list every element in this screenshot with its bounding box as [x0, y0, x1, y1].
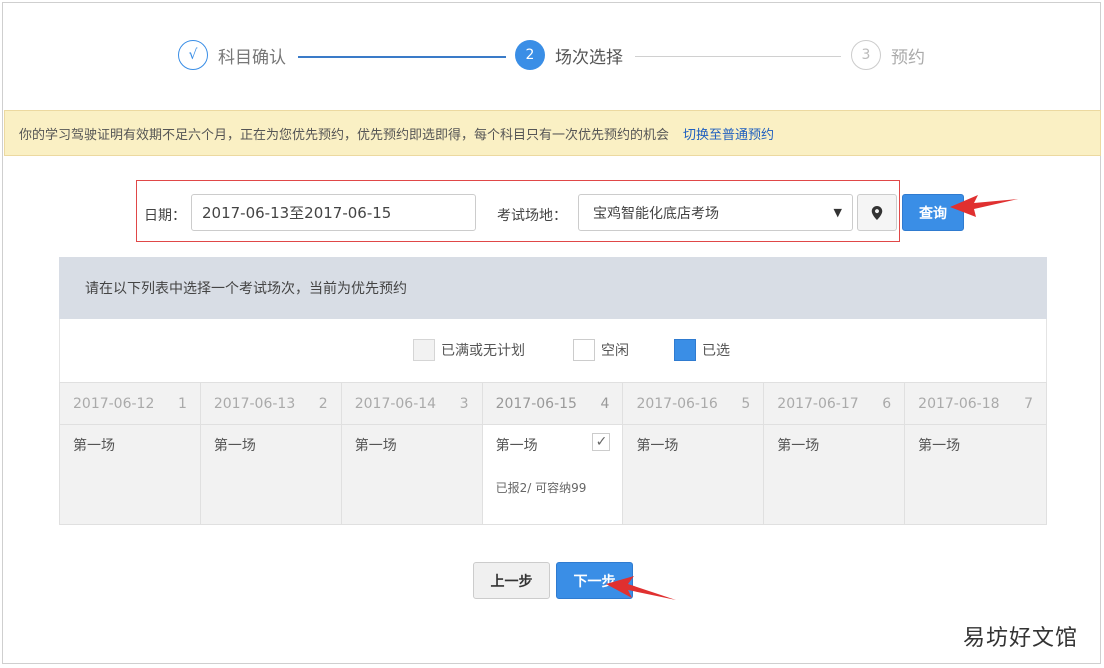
day-column: 2017-06-18 7 第一场 — [905, 383, 1047, 524]
checkmark-icon[interactable]: ✓ — [592, 433, 611, 451]
day-column: 2017-06-17 6 第一场 — [764, 383, 906, 524]
session-slot[interactable]: 第一场 — [496, 435, 538, 455]
stepper-line-complete — [298, 56, 506, 58]
legend-swatch-selected — [674, 339, 696, 361]
switch-to-normal-link[interactable]: 切换至普通预约 — [683, 124, 774, 143]
day-date: 2017-06-17 — [777, 395, 859, 412]
day-date: 2017-06-18 — [918, 395, 1000, 412]
day-header: 2017-06-13 2 — [200, 383, 341, 425]
notice-text: 你的学习驾驶证明有效期不足六个月，正在为您优先预约，优先预约即选即得，每个科目只… — [19, 127, 670, 143]
step-subject-confirm: √ 科目确认 — [178, 40, 286, 70]
session-capacity: 已报2/ 可容纳99 — [495, 481, 587, 495]
day-header: 2017-06-17 6 — [764, 383, 905, 425]
annotation-arrow-icon — [606, 576, 676, 600]
prev-step-button[interactable]: 上一步 — [473, 562, 550, 599]
day-number: 1 — [177, 395, 187, 412]
day-date: 2017-06-14 — [354, 395, 437, 412]
location-button[interactable] — [857, 194, 897, 231]
day-column: 2017-06-14 3 第一场 — [341, 383, 483, 524]
session-table-heading: 请在以下列表中选择一个考试场次，当前为优先预约 — [59, 257, 1047, 319]
day-date: 2017-06-16 — [636, 395, 718, 412]
venue-select-value: 宝鸡智能化底店考场 — [593, 205, 719, 222]
step-number: 2 — [515, 40, 545, 70]
step-session-select: 2 场次选择 — [515, 40, 623, 70]
step-label: 预约 — [891, 47, 925, 68]
day-columns: 2017-06-12 1 第一场 2017-06-13 2 第一场 2017-0… — [59, 382, 1047, 525]
day-date: 2017-06-12 — [73, 395, 155, 412]
venue-select[interactable]: 宝鸡智能化底店考场 ▼ — [578, 194, 853, 231]
date-label: 日期： — [144, 208, 186, 224]
step-done-icon: √ — [178, 40, 208, 70]
day-number: 6 — [882, 395, 892, 412]
day-column-selected: 2017-06-15 4 第一场 ✓ 已报2/ 可容纳99 — [482, 383, 624, 524]
day-number: 4 — [600, 395, 610, 412]
legend-selected: 已选 — [674, 339, 730, 361]
day-column: 2017-06-12 1 第一场 — [60, 383, 201, 524]
map-marker-icon — [871, 205, 883, 220]
day-header: 2017-06-14 3 — [341, 383, 482, 425]
session-slot[interactable]: 第一场 — [355, 435, 397, 455]
day-date: 2017-06-13 — [213, 395, 296, 412]
progress-stepper: √ 科目确认 2 场次选择 3 预约 — [0, 40, 1104, 72]
legend-label: 已选 — [702, 343, 730, 359]
day-header: 2017-06-16 5 — [623, 383, 764, 425]
day-number: 2 — [318, 395, 328, 412]
legend-full: 已满或无计划 — [413, 339, 525, 361]
legend: 已满或无计划 空闲 已选 — [59, 319, 1047, 383]
session-slot[interactable]: 第一场 — [214, 435, 256, 455]
caret-down-icon: ▼ — [833, 206, 842, 219]
session-slot[interactable]: 第一场 — [636, 435, 678, 455]
legend-label: 空闲 — [601, 343, 629, 359]
priority-notice: 你的学习驾驶证明有效期不足六个月，正在为您优先预约，优先预约即选即得，每个科目只… — [4, 110, 1101, 156]
session-slot[interactable]: 第一场 — [73, 435, 115, 455]
step-number: 3 — [851, 40, 881, 70]
day-number: 5 — [741, 395, 751, 412]
day-number: 3 — [459, 395, 469, 412]
day-header: 2017-06-18 7 — [905, 383, 1047, 425]
session-slot[interactable]: 第一场 — [777, 435, 819, 455]
legend-swatch-free — [573, 339, 595, 361]
legend-swatch-full — [413, 339, 435, 361]
venue-label: 考试场地： — [497, 208, 567, 224]
watermark: 易坊好文馆 — [962, 626, 1078, 651]
day-number: 7 — [1024, 395, 1034, 412]
date-range-input[interactable] — [191, 194, 476, 231]
stepper-line-pending — [635, 56, 841, 57]
day-column: 2017-06-13 2 第一场 — [200, 383, 342, 524]
day-column: 2017-06-16 5 第一场 — [623, 383, 765, 524]
step-booking: 3 预约 — [851, 40, 925, 70]
step-label: 场次选择 — [555, 47, 623, 68]
day-header: 2017-06-12 1 — [60, 383, 200, 425]
day-date: 2017-06-15 — [495, 395, 577, 412]
step-label: 科目确认 — [218, 47, 286, 68]
annotation-arrow-icon — [950, 195, 1018, 217]
session-slot[interactable]: 第一场 — [918, 435, 960, 455]
legend-label: 已满或无计划 — [441, 343, 525, 359]
day-header: 2017-06-15 4 — [482, 383, 623, 425]
legend-free: 空闲 — [573, 339, 629, 361]
